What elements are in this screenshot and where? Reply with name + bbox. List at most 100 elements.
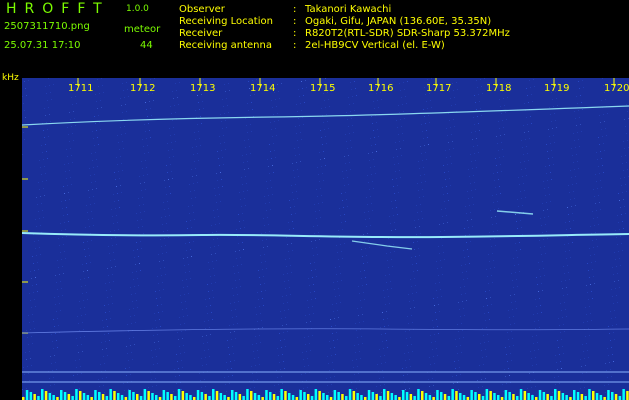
noise-pixel xyxy=(95,94,96,95)
noise-pixel xyxy=(448,171,449,172)
noise-pixel xyxy=(311,299,312,300)
noise-pixel xyxy=(538,320,539,321)
noise-pixel xyxy=(227,340,228,341)
noise-pixel xyxy=(301,81,302,82)
noise-pixel xyxy=(416,234,417,235)
noise-pixel xyxy=(407,81,408,82)
observer-label: Observer xyxy=(179,4,225,15)
noise-pixel xyxy=(90,262,91,263)
noise-pixel xyxy=(467,249,468,250)
noise-pixel xyxy=(179,317,180,318)
noise-pixel xyxy=(616,324,617,325)
noise-pixel xyxy=(23,367,24,368)
noise-pixel xyxy=(616,237,617,238)
noise-pixel xyxy=(498,208,499,209)
amplitude-bar xyxy=(155,395,158,400)
noise-pixel xyxy=(161,304,162,305)
noise-pixel xyxy=(476,109,477,110)
noise-pixel xyxy=(220,201,221,202)
noise-pixel xyxy=(248,139,249,140)
noise-pixel xyxy=(598,137,599,138)
noise-pixel xyxy=(399,112,400,113)
noise-pixel xyxy=(595,232,596,233)
noise-pixel xyxy=(250,388,251,389)
noise-pixel xyxy=(508,310,509,311)
amplitude-bar xyxy=(542,392,546,400)
noise-pixel xyxy=(184,352,185,353)
noise-pixel xyxy=(616,295,617,296)
noise-pixel xyxy=(473,204,474,205)
noise-pixel xyxy=(490,210,491,211)
noise-pixel xyxy=(400,119,401,120)
noise-pixel xyxy=(618,251,619,252)
noise-pixel xyxy=(541,225,542,226)
noise-pixel xyxy=(153,100,154,101)
noise-pixel xyxy=(43,217,44,218)
noise-pixel xyxy=(489,290,490,291)
noise-pixel xyxy=(437,297,438,298)
noise-pixel xyxy=(131,352,132,353)
noise-pixel xyxy=(363,292,364,293)
noise-pixel xyxy=(513,345,514,346)
noise-pixel xyxy=(52,370,53,371)
noise-pixel xyxy=(299,389,300,390)
amplitude-bar xyxy=(424,393,428,400)
noise-pixel xyxy=(206,393,207,394)
noise-pixel xyxy=(74,118,75,119)
amplitude-bar xyxy=(386,391,390,400)
noise-pixel xyxy=(113,223,114,224)
noise-pixel xyxy=(118,142,119,143)
noise-pixel xyxy=(534,86,535,87)
noise-pixel xyxy=(41,174,42,175)
noise-pixel xyxy=(611,347,612,348)
noise-pixel xyxy=(120,185,121,186)
noise-pixel xyxy=(510,353,511,354)
noise-pixel xyxy=(332,391,333,392)
noise-pixel xyxy=(250,124,251,125)
noise-pixel xyxy=(494,209,495,210)
noise-pixel xyxy=(520,220,521,221)
noise-pixel xyxy=(562,317,563,318)
noise-pixel xyxy=(256,343,257,344)
noise-pixel xyxy=(568,185,569,186)
noise-pixel xyxy=(581,131,582,132)
noise-pixel xyxy=(97,79,98,80)
amplitude-bar xyxy=(352,391,356,400)
amplitude-bar xyxy=(561,393,565,400)
noise-pixel xyxy=(333,282,334,283)
noise-pixel xyxy=(129,367,130,368)
noise-pixel xyxy=(261,320,262,321)
noise-pixel xyxy=(136,242,137,243)
amplitude-bar xyxy=(451,389,454,400)
noise-pixel xyxy=(287,331,288,332)
noise-pixel xyxy=(564,302,565,303)
spectrogram-plot: 1711 1712 1713 1714 1715 1716 1717 1718 1719 1720… xyxy=(22,78,629,400)
noise-pixel xyxy=(487,305,488,306)
noise-pixel xyxy=(522,176,523,177)
noise-pixel xyxy=(316,276,317,277)
noise-pixel xyxy=(137,220,138,221)
noise-pixel xyxy=(217,209,218,210)
amplitude-bar xyxy=(151,393,154,400)
noise-pixel xyxy=(512,280,513,281)
noise-pixel xyxy=(407,316,408,317)
noise-pixel xyxy=(270,122,271,123)
noise-pixel xyxy=(521,169,522,170)
noise-pixel xyxy=(588,299,589,300)
noise-pixel xyxy=(475,131,476,132)
amplitude-bar xyxy=(443,394,447,400)
noise-pixel xyxy=(619,258,620,259)
noise-pixel xyxy=(184,323,185,324)
noise-pixel xyxy=(87,299,88,300)
noise-pixel xyxy=(264,225,265,226)
noise-pixel xyxy=(605,363,606,364)
noise-pixel xyxy=(342,200,343,201)
noise-pixel xyxy=(36,197,37,198)
noise-pixel xyxy=(169,128,170,129)
noise-pixel xyxy=(218,245,219,246)
noise-pixel xyxy=(351,147,352,148)
noise-pixel xyxy=(536,364,537,365)
noise-pixel xyxy=(190,220,191,221)
amplitude-bar xyxy=(462,395,466,400)
noise-pixel xyxy=(208,291,209,292)
